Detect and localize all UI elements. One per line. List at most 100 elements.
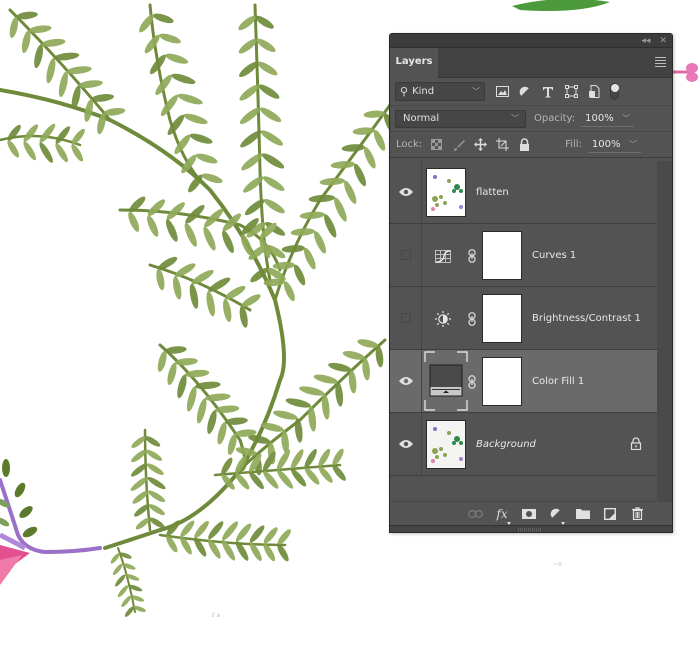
lock-all-icon[interactable] xyxy=(518,138,531,151)
lock-transparent-pixels-icon[interactable] xyxy=(430,138,443,151)
fern-leaflet xyxy=(46,58,56,84)
opacity-value: 100% xyxy=(585,112,614,124)
fern-leaflet xyxy=(177,374,187,399)
panel-resize-handle[interactable] xyxy=(390,525,672,532)
fern-leaflet xyxy=(186,386,197,412)
link-layers-icon[interactable] xyxy=(467,507,483,521)
fern-leaflet xyxy=(332,465,346,481)
fern-leaflet xyxy=(171,73,196,85)
visibility-off-box[interactable] xyxy=(400,250,411,260)
layer-lock-icon[interactable] xyxy=(630,437,642,450)
fern-leaflet xyxy=(260,130,284,146)
purple-flower-left xyxy=(0,459,102,585)
fern-leaflet xyxy=(183,113,208,125)
hamburger-menu-icon[interactable] xyxy=(655,57,666,69)
fern-leaflet xyxy=(174,358,198,366)
fern-leaflet xyxy=(344,180,357,204)
close-panel-button[interactable]: ✕ xyxy=(659,34,667,48)
filter-kind-select[interactable]: ⚲ Kind ﹀ xyxy=(395,82,485,101)
fern-leaflet xyxy=(294,417,303,443)
layer-row-background[interactable]: Background xyxy=(390,413,657,476)
fern-leaflet xyxy=(258,84,280,99)
fern-leaflet xyxy=(313,374,338,384)
chain-link-icon[interactable] xyxy=(468,375,476,389)
layers-list: flatten Curves 1 Brightness/Contrast 1 C… xyxy=(390,161,657,501)
layer-mask-thumbnail[interactable] xyxy=(482,231,522,280)
fill-field[interactable]: 100% ﹀ xyxy=(587,136,641,153)
opacity-label: Opacity: xyxy=(534,113,576,124)
layers-panel: ◂◂ ✕ Layers ⚲ Kind ﹀ Normal ﹀ Opacity: 1… xyxy=(389,33,673,533)
fern-leaflet xyxy=(281,245,305,253)
chevron-down-icon[interactable]: ﹀ xyxy=(622,113,630,124)
layer-name[interactable]: Background xyxy=(476,413,536,476)
lock-position-icon[interactable] xyxy=(474,138,488,151)
fern-leaflet xyxy=(159,33,181,44)
brightness-contrast-icon xyxy=(435,311,451,327)
lock-artboard-icon[interactable] xyxy=(496,138,510,151)
type-layer-filter-icon[interactable] xyxy=(541,85,555,99)
new-group-icon[interactable] xyxy=(575,507,591,521)
smart-object-filter-icon[interactable] xyxy=(587,85,601,99)
layer-name[interactable]: flatten xyxy=(476,161,509,224)
layer-thumbnail xyxy=(426,420,466,469)
visibility-off-box[interactable] xyxy=(400,313,411,323)
top-leaf xyxy=(512,0,610,11)
fern-leaflet xyxy=(224,285,246,300)
fern-leaflet xyxy=(145,449,163,461)
layer-row-brightness-contrast-1[interactable]: Brightness/Contrast 1 xyxy=(390,287,657,350)
layer-row-flatten[interactable]: flatten xyxy=(390,161,657,224)
layers-bottom-bar: fx xyxy=(390,501,672,525)
layer-name[interactable]: Curves 1 xyxy=(532,224,576,287)
color-fill-thumbnail[interactable] xyxy=(424,351,468,411)
layer-mask-thumbnail[interactable] xyxy=(482,294,522,343)
fern-leaflet xyxy=(324,214,337,238)
layer-row-curves-1[interactable]: Curves 1 xyxy=(390,224,657,287)
pink-flower-right xyxy=(672,63,698,82)
fern-leaflet xyxy=(263,199,285,214)
fern-leaflet xyxy=(214,405,240,413)
eye-icon[interactable] xyxy=(398,376,413,386)
layer-name[interactable]: Color Fill 1 xyxy=(532,350,584,413)
blend-mode-value: Normal xyxy=(403,113,440,124)
chain-link-icon[interactable] xyxy=(468,312,476,326)
new-adjustment-layer-icon[interactable] xyxy=(548,507,565,525)
lock-row: Lock: Fill: 100% ﹀ xyxy=(390,132,672,158)
collapse-panel-button[interactable]: ◂◂ xyxy=(641,34,650,48)
fern-leaflet xyxy=(146,463,164,475)
layer-mask-thumbnail[interactable] xyxy=(482,357,522,406)
visibility-toggle[interactable] xyxy=(390,350,422,412)
layer-name[interactable]: Brightness/Contrast 1 xyxy=(532,287,641,350)
chain-link-icon[interactable] xyxy=(468,249,476,263)
eye-icon[interactable] xyxy=(398,187,413,197)
adjustment-layer-filter-icon[interactable] xyxy=(518,85,532,99)
fern-leaflet xyxy=(273,410,298,420)
filter-toggle[interactable] xyxy=(610,83,619,100)
fern-leaflet xyxy=(147,199,166,217)
visibility-toggle[interactable] xyxy=(390,224,422,286)
new-layer-icon[interactable] xyxy=(602,507,618,521)
visibility-toggle[interactable] xyxy=(390,287,422,349)
eye-icon[interactable] xyxy=(398,439,413,449)
layer-filter-row: ⚲ Kind ﹀ xyxy=(390,78,672,106)
delete-layer-icon[interactable] xyxy=(629,507,645,521)
visibility-toggle[interactable] xyxy=(390,161,422,223)
shape-layer-filter-icon[interactable] xyxy=(564,85,578,99)
fern-leaflet xyxy=(194,381,221,390)
blend-mode-select[interactable]: Normal ﹀ xyxy=(395,109,526,128)
layers-scrollbar[interactable] xyxy=(657,161,672,501)
fern-leaflet xyxy=(112,563,123,576)
panel-titlebar: ◂◂ ✕ xyxy=(390,34,672,48)
pixel-layer-filter-icon[interactable] xyxy=(495,85,509,99)
fern-leaflet xyxy=(293,264,306,286)
visibility-toggle[interactable] xyxy=(390,413,422,475)
fern-leaflet xyxy=(39,142,53,163)
add-mask-icon[interactable] xyxy=(521,507,537,521)
layer-style-fx-icon[interactable]: fx xyxy=(494,507,511,525)
opacity-field[interactable]: 100% ﹀ xyxy=(581,110,635,127)
layer-row-color-fill-1[interactable]: Color Fill 1 xyxy=(390,350,657,413)
fern-leaflet xyxy=(7,140,20,158)
chevron-down-icon[interactable]: ﹀ xyxy=(629,139,637,150)
fern-stems xyxy=(0,3,392,613)
lock-image-pixels-icon[interactable] xyxy=(452,138,465,151)
tab-layers[interactable]: Layers xyxy=(390,48,438,78)
